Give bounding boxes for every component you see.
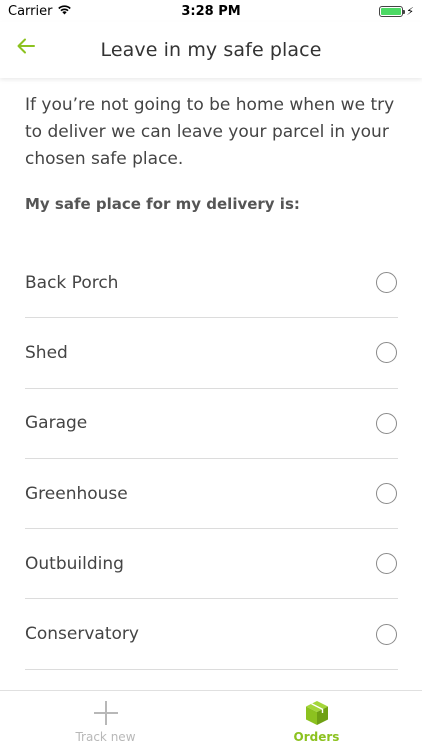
status-left: Carrier xyxy=(8,4,72,19)
page-title: Leave in my safe place xyxy=(100,39,322,61)
radio-button[interactable] xyxy=(376,342,397,364)
tab-orders[interactable]: Orders xyxy=(211,691,422,750)
status-bar: Carrier 3:28 PM ⚡ xyxy=(0,0,422,22)
battery-fill xyxy=(381,7,402,15)
back-button[interactable] xyxy=(10,32,42,64)
radio-button[interactable] xyxy=(376,272,397,294)
status-right: ⚡ xyxy=(379,5,414,18)
tab-label: Orders xyxy=(293,730,340,744)
option-label: Conservatory xyxy=(25,624,139,645)
option-label: Greenhouse xyxy=(25,483,128,504)
tab-label: Track new xyxy=(75,730,136,744)
radio-button[interactable] xyxy=(376,412,397,434)
carrier-label: Carrier xyxy=(8,3,53,19)
plus-icon xyxy=(93,698,119,728)
option-back-porch[interactable]: Back Porch xyxy=(25,248,398,319)
option-greenhouse[interactable]: Greenhouse xyxy=(25,459,398,530)
nav-bar: Leave in my safe place xyxy=(0,22,422,78)
content: If you’re not going to be home when we t… xyxy=(25,92,397,213)
arrow-left-icon xyxy=(16,37,36,59)
option-label: Shed xyxy=(25,342,68,363)
option-shed[interactable]: Shed xyxy=(25,318,398,389)
wifi-icon xyxy=(57,4,72,19)
tab-track-new[interactable]: Track new xyxy=(0,691,211,750)
charging-bolt-icon: ⚡ xyxy=(406,4,414,18)
radio-button[interactable] xyxy=(376,483,397,505)
option-label: Garage xyxy=(25,413,88,434)
option-label: Back Porch xyxy=(25,272,119,293)
package-icon xyxy=(305,698,329,728)
option-garage[interactable]: Garage xyxy=(25,389,398,459)
radio-button[interactable] xyxy=(376,623,397,645)
tab-bar: Track new Orders xyxy=(0,690,422,750)
safe-place-options: Back Porch Shed Garage Greenhouse Outbui… xyxy=(25,248,398,670)
safe-place-question: My safe place for my delivery is: xyxy=(25,195,300,213)
intro-text: If you’re not going to be home when we t… xyxy=(25,95,395,169)
battery-icon xyxy=(379,5,406,17)
option-outbuilding[interactable]: Outbuilding xyxy=(25,529,398,600)
option-conservatory[interactable]: Conservatory xyxy=(25,599,398,670)
radio-button[interactable] xyxy=(376,553,397,575)
option-label: Outbuilding xyxy=(25,553,124,574)
